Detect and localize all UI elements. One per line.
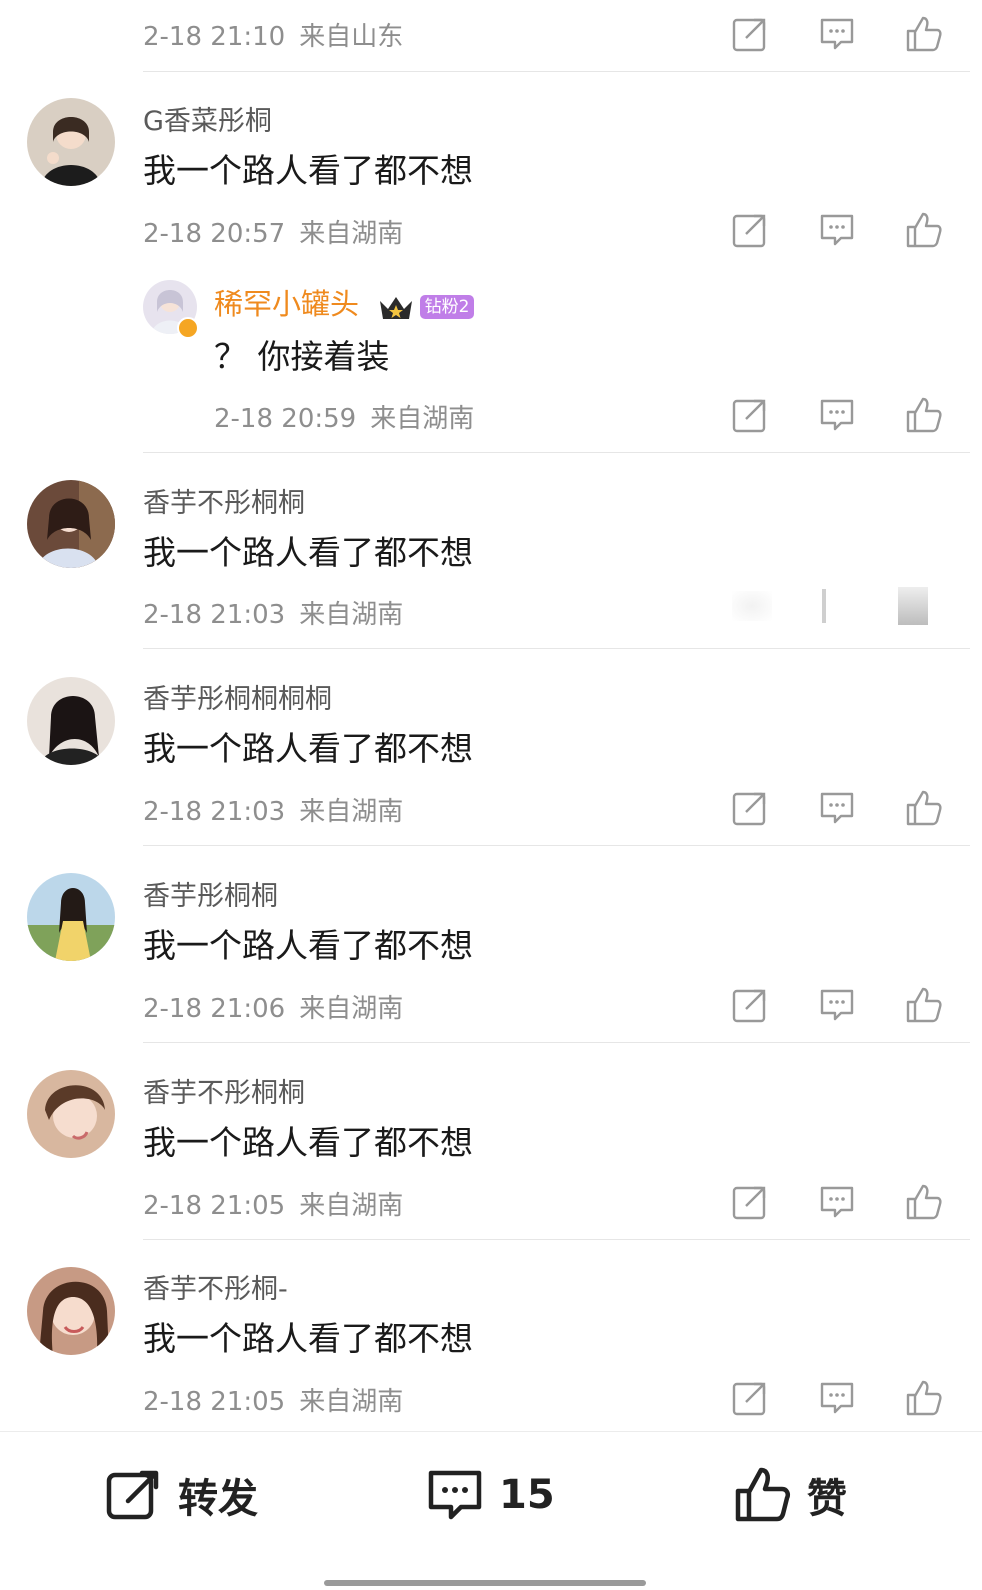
reply-actions — [730, 395, 950, 435]
avatar[interactable] — [27, 873, 115, 961]
like-label: 赞 — [807, 1476, 847, 1522]
comment-icon[interactable] — [817, 985, 857, 1025]
share-icon[interactable] — [730, 1182, 770, 1222]
comment-location: 来自湖南 — [299, 994, 404, 1024]
comment-author[interactable]: 香芋不彤桐- — [143, 1267, 288, 1306]
verified-badge-icon — [177, 317, 199, 339]
thumbs-up-icon[interactable] — [904, 14, 944, 54]
divider — [143, 71, 970, 72]
comment-meta: 2-18 21:06 来自湖南 — [143, 988, 403, 1025]
avatar[interactable] — [27, 677, 115, 765]
avatar[interactable] — [27, 480, 115, 568]
reply-location: 来自湖南 — [370, 404, 475, 434]
share-icon[interactable] — [730, 210, 770, 250]
comment-time: 2-18 21:06 — [143, 994, 286, 1024]
share-icon[interactable] — [730, 985, 770, 1025]
thumbs-up-icon[interactable] — [904, 395, 944, 435]
thumbs-up-icon[interactable] — [904, 210, 944, 250]
comment-bubble-icon — [428, 1470, 482, 1520]
comment-meta: 2-18 21:05 来自湖南 — [143, 1381, 403, 1418]
comment-actions — [730, 14, 950, 54]
comment-text: 我一个路人看了都不想 — [143, 533, 473, 572]
comment-time: 2-18 20:57 — [143, 219, 286, 249]
comment-text: 我一个路人看了都不想 — [143, 1319, 473, 1358]
comment-meta: 2-18 21:03 来自湖南 — [143, 791, 403, 828]
share-icon[interactable] — [730, 395, 770, 435]
comment-count: 15 — [499, 1472, 555, 1518]
comment-icon[interactable] — [817, 395, 857, 435]
divider — [143, 845, 970, 846]
comment-meta: 2-18 21:03 来自湖南 — [143, 594, 403, 631]
repost-icon — [106, 1470, 159, 1520]
comment-text: 我一个路人看了都不想 — [143, 926, 473, 965]
comment-author[interactable]: 香芋不彤桐桐 — [143, 481, 305, 520]
comment-text: 我一个路人看了都不想 — [143, 1123, 473, 1162]
comment-text: 我一个路人看了都不想 — [143, 729, 473, 768]
repost-button[interactable]: 转发 — [104, 1462, 258, 1528]
comment-author[interactable]: 香芋彤桐桐桐桐 — [143, 677, 332, 716]
reply-text: ？ 你接着装 — [214, 337, 390, 376]
home-indicator[interactable] — [324, 1580, 646, 1586]
like-button[interactable]: 赞 — [733, 1462, 847, 1528]
comment-actions — [730, 1378, 950, 1418]
thumbs-up-icon[interactable] — [904, 1378, 944, 1418]
divider — [143, 648, 970, 649]
comment-meta: 2-18 20:57 来自湖南 — [143, 213, 403, 250]
comment-author[interactable]: 香芋不彤桐桐 — [143, 1071, 305, 1110]
comment-icon[interactable] — [817, 14, 857, 54]
comment-location: 来自湖南 — [299, 1191, 404, 1221]
blurred-actions — [722, 585, 942, 629]
repost-label: 转发 — [178, 1476, 258, 1522]
comment-time: 2-18 21:10 — [143, 22, 286, 52]
thumbs-up-icon[interactable] — [904, 788, 944, 828]
fan-badge: 钻粉2 — [419, 294, 475, 319]
divider — [143, 1239, 970, 1240]
avatar[interactable] — [27, 98, 115, 186]
comment-icon[interactable] — [817, 788, 857, 828]
crown-icon — [378, 293, 414, 321]
comment-actions — [730, 1182, 950, 1222]
comment-time: 2-18 21:03 — [143, 797, 286, 827]
divider — [143, 452, 970, 453]
avatar[interactable] — [27, 1267, 115, 1355]
comment-actions — [730, 210, 950, 250]
comment-button[interactable]: 15 — [425, 1462, 555, 1528]
reply-author[interactable]: 稀罕小罐头 — [214, 287, 359, 321]
comment-location: 来自湖南 — [299, 797, 404, 827]
comment-location: 来自山东 — [299, 22, 404, 52]
comment-meta: 2-18 21:10 来自山东 — [143, 16, 403, 53]
reply-author-row: 稀罕小罐头 钻粉2 — [214, 281, 475, 323]
comment-text: 我一个路人看了都不想 — [143, 151, 473, 190]
comment-location: 来自湖南 — [299, 219, 404, 249]
comment-author[interactable]: G香菜彤桐 — [143, 99, 272, 138]
share-icon[interactable] — [730, 14, 770, 54]
comment-actions — [730, 985, 950, 1025]
share-icon[interactable] — [730, 788, 770, 828]
reply-time: 2-18 20:59 — [214, 404, 357, 434]
thumbs-up-icon[interactable] — [904, 985, 944, 1025]
thumbs-up-icon[interactable] — [904, 1182, 944, 1222]
thumbs-up-icon — [735, 1467, 791, 1522]
comment-time: 2-18 21:05 — [143, 1387, 286, 1417]
reply-meta: 2-18 20:59 来自湖南 — [214, 398, 474, 435]
comment-icon[interactable] — [817, 1378, 857, 1418]
comment-author[interactable]: 香芋彤桐桐 — [143, 874, 278, 913]
comment-time: 2-18 21:03 — [143, 600, 286, 630]
comment-icon[interactable] — [817, 1182, 857, 1222]
comment-location: 来自湖南 — [299, 600, 404, 630]
comment-icon[interactable] — [817, 210, 857, 250]
bottom-action-bar: 转发 15 赞 — [0, 1431, 982, 1590]
divider — [143, 1042, 970, 1043]
comment-meta: 2-18 21:05 来自湖南 — [143, 1185, 403, 1222]
comment-actions — [730, 788, 950, 828]
share-icon[interactable] — [730, 1378, 770, 1418]
avatar[interactable] — [27, 1070, 115, 1158]
comment-time: 2-18 21:05 — [143, 1191, 286, 1221]
comment-location: 来自湖南 — [299, 1387, 404, 1417]
